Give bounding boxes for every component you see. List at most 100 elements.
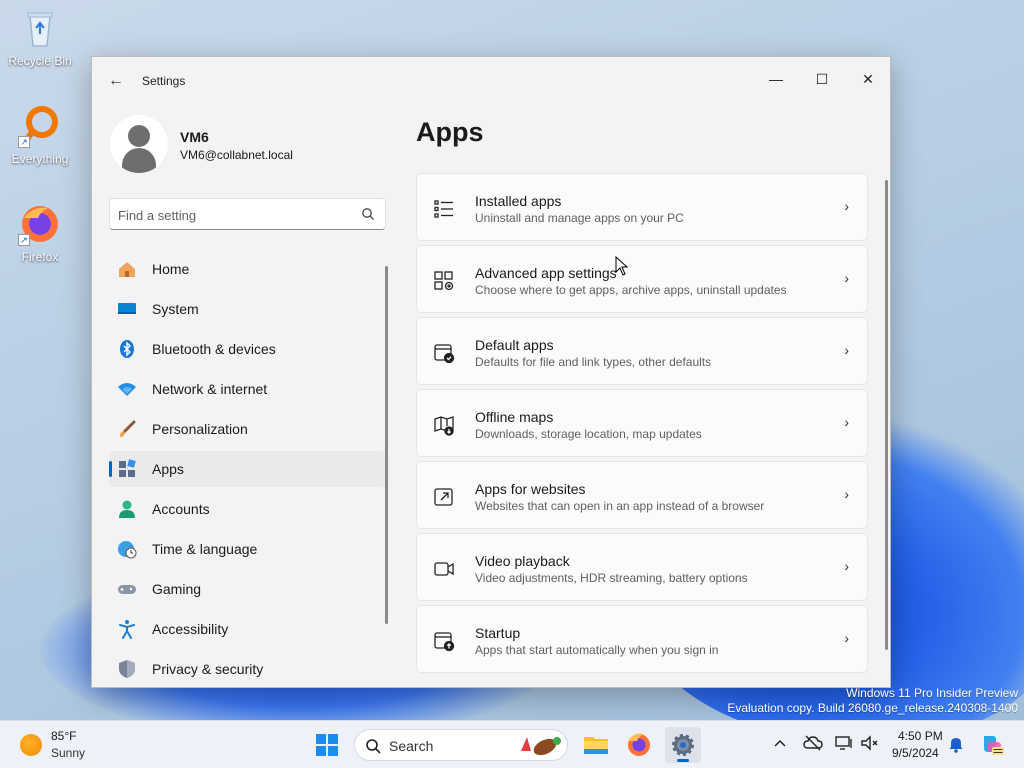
card-title: Apps for websites (475, 481, 586, 497)
start-button[interactable] (309, 727, 345, 763)
chevron-right-icon: › (844, 342, 849, 358)
settings-search-box[interactable] (109, 198, 386, 230)
page-title: Apps (416, 117, 484, 147)
chevron-right-icon: › (844, 198, 849, 214)
nav-item-time-language[interactable]: Time & language (109, 531, 386, 567)
card-description: Downloads, storage location, map updates (475, 427, 702, 441)
gamepad-icon (117, 579, 137, 599)
nav-item-bluetooth[interactable]: Bluetooth & devices (109, 331, 386, 367)
card-offline-maps[interactable]: Offline maps Downloads, storage location… (416, 389, 868, 457)
nav-item-label: Personalization (152, 421, 248, 437)
card-startup[interactable]: Startup Apps that start automatically wh… (416, 605, 868, 673)
volume-muted-icon[interactable] (860, 734, 880, 757)
nav-pane: Home System Bluetooth & devices Network … (109, 251, 386, 687)
search-highlight-icon (521, 737, 561, 756)
card-title: Offline maps (475, 409, 554, 425)
recycle-bin-icon (18, 6, 62, 50)
profile-email: VM6@collabnet.local (180, 148, 293, 162)
clock-time: 4:50 PM (898, 729, 943, 743)
desktop-icon-everything[interactable]: ↗ Everything (4, 104, 76, 166)
close-button[interactable]: ✕ (845, 63, 890, 95)
nav-item-label: Accessibility (152, 621, 229, 637)
list-icon (433, 198, 455, 220)
nav-item-apps[interactable]: Apps (109, 451, 386, 487)
shortcut-arrow-icon: ↗ (18, 234, 30, 246)
chevron-right-icon: › (844, 270, 849, 286)
taskbar-search-label: Search (389, 738, 434, 754)
chevron-up-icon[interactable] (772, 735, 788, 756)
card-title: Video playback (475, 553, 570, 569)
accessibility-icon (117, 619, 137, 639)
watermark-line2: Evaluation copy. Build 26080.ge_release.… (727, 701, 1018, 715)
onedrive-offline-icon[interactable] (803, 734, 823, 757)
chevron-right-icon: › (844, 486, 849, 502)
file-explorer-icon (584, 737, 608, 754)
offline-map-icon (433, 414, 455, 436)
main-scrollbar[interactable] (885, 180, 888, 650)
nav-item-accessibility[interactable]: Accessibility (109, 611, 386, 647)
card-description: Websites that can open in an app instead… (475, 499, 765, 513)
taskbar-firefox[interactable] (621, 727, 657, 763)
card-advanced-app-settings[interactable]: Advanced app settings Choose where to ge… (416, 245, 868, 313)
notification-bell-icon[interactable] (948, 735, 964, 758)
card-apps-for-websites[interactable]: Apps for websites Websites that can open… (416, 461, 868, 529)
home-icon (117, 259, 137, 279)
search-icon (366, 739, 381, 754)
watermark-line1: Windows 11 Pro Insider Preview (846, 686, 1018, 700)
desktop-icon-label: Recycle Bin (8, 54, 72, 68)
card-description: Choose where to get apps, archive apps, … (475, 283, 787, 297)
card-title: Startup (475, 625, 521, 641)
nav-item-label: System (152, 301, 199, 317)
copilot-icon[interactable] (980, 732, 1004, 761)
desktop-icon-firefox[interactable]: ↗ Firefox (4, 202, 76, 264)
nav-item-gaming[interactable]: Gaming (109, 571, 386, 607)
back-button[interactable]: ← (106, 71, 126, 91)
accounts-icon (117, 499, 137, 519)
card-default-apps[interactable]: Default apps Defaults for file and link … (416, 317, 868, 385)
video-icon (433, 558, 455, 580)
chevron-right-icon: › (844, 414, 849, 430)
startup-icon (433, 630, 455, 652)
search-input[interactable] (118, 205, 358, 225)
chevron-right-icon: › (844, 630, 849, 646)
desktop-icon-recycle-bin[interactable]: Recycle Bin (4, 6, 76, 68)
nav-item-network[interactable]: Network & internet (109, 371, 386, 407)
nav-item-system[interactable]: System (109, 291, 386, 327)
nav-item-accounts[interactable]: Accounts (109, 491, 386, 527)
minimize-button[interactable]: — (753, 63, 799, 95)
brush-icon (117, 419, 137, 439)
nav-item-privacy[interactable]: Privacy & security (109, 651, 386, 687)
card-installed-apps[interactable]: Installed apps Uninstall and manage apps… (416, 173, 868, 241)
card-description: Defaults for file and link types, other … (475, 355, 712, 369)
weather-condition: Sunny (51, 746, 86, 760)
card-video-playback[interactable]: Video playback Video adjustments, HDR st… (416, 533, 868, 601)
settings-card-list: Installed apps Uninstall and manage apps… (416, 173, 868, 677)
settings-gear-icon (672, 734, 694, 756)
nav-scrollbar[interactable] (385, 266, 388, 624)
card-title: Default apps (475, 337, 554, 353)
title-bar: ← Settings — ☐ ✕ (92, 57, 890, 105)
maximize-button[interactable]: ☐ (799, 63, 845, 95)
nav-item-label: Time & language (152, 541, 258, 557)
nav-item-personalization[interactable]: Personalization (109, 411, 386, 447)
profile-name: VM6 (180, 129, 209, 145)
globe-clock-icon (117, 539, 137, 559)
default-apps-icon (433, 342, 455, 364)
desktop-icon-label: Firefox (21, 250, 59, 264)
nav-item-label: Network & internet (152, 381, 268, 397)
taskbar-file-explorer[interactable] (578, 727, 614, 763)
nav-item-label: Apps (152, 461, 184, 477)
search-icon[interactable] (361, 207, 375, 221)
network-icon[interactable] (834, 734, 854, 757)
shield-icon (117, 659, 137, 679)
settings-window: ← Settings — ☐ ✕ VM6 VM6@collabnet.local… (91, 56, 891, 688)
nav-item-home[interactable]: Home (109, 251, 386, 287)
sun-icon (20, 734, 42, 756)
system-monitor-icon (117, 299, 137, 319)
everything-icon: ↗ (18, 104, 62, 148)
taskbar-settings[interactable] (665, 727, 701, 763)
firefox-icon: ↗ (18, 202, 62, 246)
taskbar-search-box[interactable]: Search (354, 729, 568, 761)
apps-icon (117, 459, 137, 479)
weather-temperature: 85°F (51, 729, 77, 743)
